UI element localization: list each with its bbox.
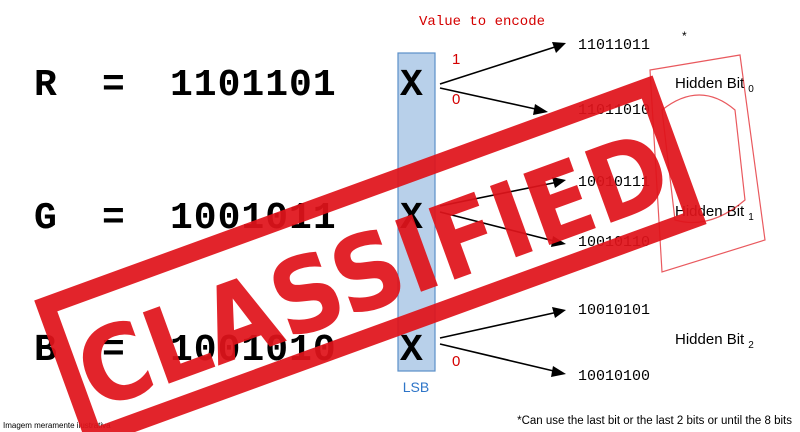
arrow-zero-head	[551, 366, 566, 377]
arrow-one	[439, 311, 559, 339]
channel-label: G	[34, 197, 57, 240]
arrow-one-head	[552, 42, 566, 53]
footnote: *Can use the last bit or the last 2 bits…	[517, 415, 792, 427]
lsb-variable: X	[400, 329, 423, 372]
lsb-variable: X	[400, 64, 423, 107]
channel-bits: 1101101	[170, 64, 337, 107]
hidden-bit-label: Hidden Bit 2	[675, 331, 754, 351]
arrow-zero-head	[533, 104, 548, 115]
equals-sign: =	[102, 64, 125, 107]
equals-sign: =	[102, 197, 125, 240]
arrow-one-head	[552, 307, 566, 318]
diagram-title: Value to encode	[419, 14, 545, 30]
output-one: 10010101	[578, 302, 650, 319]
lsb-label: LSB	[403, 379, 429, 395]
channel-label: R	[34, 64, 57, 107]
steganography-diagram: LSB Value to encode R = 1101101 X 1 0 11…	[3, 14, 792, 432]
branch-one-label: 1	[452, 51, 460, 68]
output-one-mark: *	[682, 29, 687, 43]
output-zero: 10010100	[578, 368, 650, 385]
branch-zero-label: 0	[452, 353, 460, 370]
branch-zero-label: 0	[452, 91, 460, 108]
hidden-bit-label: Hidden Bit 0	[675, 75, 754, 95]
output-one: 11011011	[578, 37, 650, 54]
